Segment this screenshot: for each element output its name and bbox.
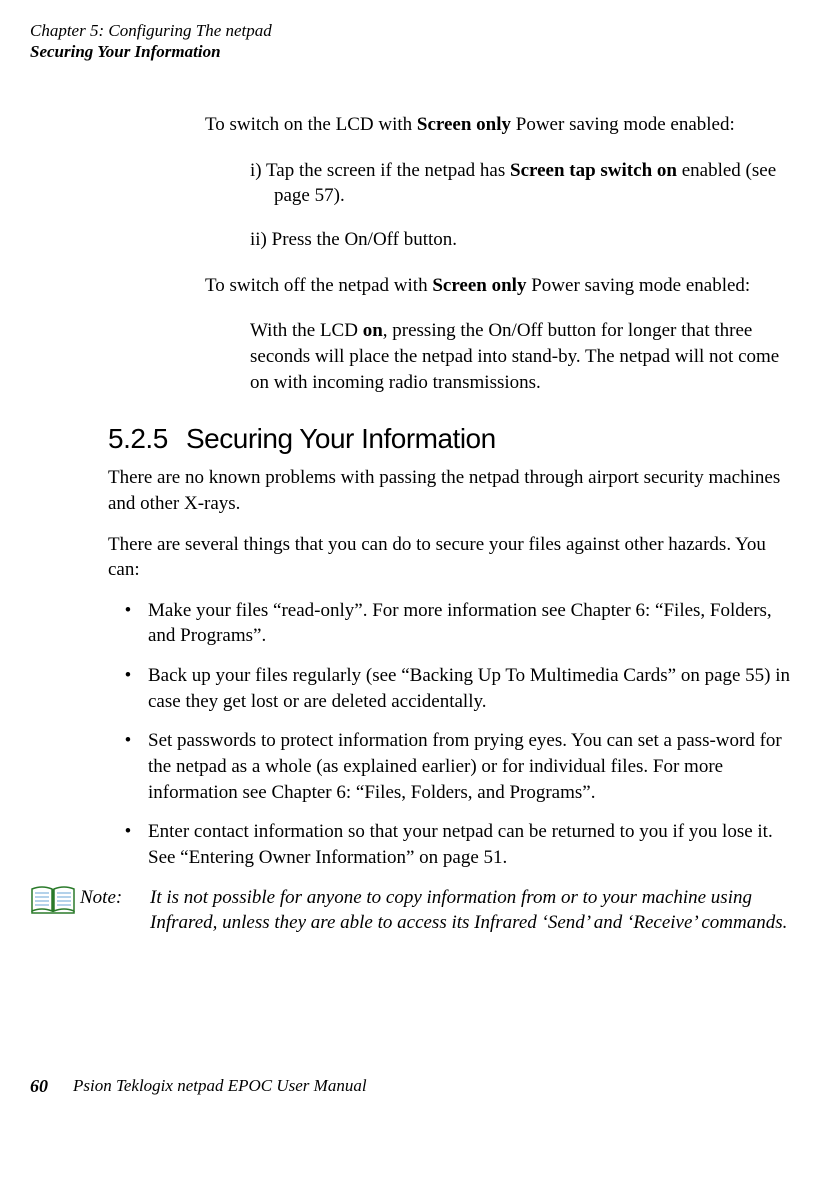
bullet-list: • Make your files “read-only”. For more … [108, 598, 798, 871]
heading-title: Securing Your Information [186, 423, 496, 454]
bullet-marker: • [108, 598, 148, 649]
bullet-marker: • [108, 819, 148, 870]
body-paragraph: To switch on the LCD with Screen only Po… [205, 112, 798, 138]
page-number: 60 [30, 1076, 48, 1097]
sub-list: i) Tap the screen if the netpad has Scre… [250, 158, 798, 253]
text: To switch on the LCD with [205, 114, 417, 135]
text: To switch off the netpad with [205, 275, 432, 296]
bullet-text: Set passwords to protect information fro… [148, 728, 798, 805]
book-icon [30, 885, 80, 936]
bullet-marker: • [108, 728, 148, 805]
section-heading: 5.2.5Securing Your Information [108, 423, 798, 455]
page-content: Chapter 5: Configuring The netpad Securi… [0, 0, 838, 1137]
text-bold: on [363, 320, 383, 341]
body-paragraph: To switch off the netpad with Screen onl… [205, 273, 798, 299]
bullet-text: Enter contact information so that your n… [148, 819, 798, 870]
list-item: With the LCD on, pressing the On/Off but… [250, 318, 798, 395]
footer-manual-title: Psion Teklogix netpad EPOC User Manual [73, 1076, 367, 1096]
text-bold: Screen only [432, 275, 526, 296]
text: With the LCD [250, 320, 363, 341]
bullet-text: Make your files “read-only”. For more in… [148, 598, 798, 649]
page-header: Chapter 5: Configuring The netpad Securi… [30, 20, 798, 62]
text: i) Tap the screen if the netpad has [250, 160, 510, 181]
text-bold: Screen tap switch on [510, 160, 677, 181]
list-item: • Enter contact information so that your… [108, 819, 798, 870]
heading-number: 5.2.5 [108, 423, 186, 455]
list-item: • Back up your files regularly (see “Bac… [108, 663, 798, 714]
list-item: • Set passwords to protect information f… [108, 728, 798, 805]
note-text: It is not possible for anyone to copy in… [150, 885, 798, 936]
body-paragraph: There are several things that you can do… [108, 532, 798, 583]
list-item: i) Tap the screen if the netpad has Scre… [250, 158, 798, 209]
list-item: ii) Press the On/Off button. [250, 227, 798, 253]
text: Power saving mode enabled: [511, 114, 735, 135]
text: Power saving mode enabled: [526, 275, 750, 296]
bullet-marker: • [108, 663, 148, 714]
bullet-text: Back up your files regularly (see “Backi… [148, 663, 798, 714]
note-block: Note: It is not possible for anyone to c… [30, 885, 798, 936]
page-footer: 60 Psion Teklogix netpad EPOC User Manua… [30, 1076, 798, 1097]
header-section-title: Securing Your Information [30, 42, 798, 62]
text-bold: Screen only [417, 114, 511, 135]
body-paragraph: There are no known problems with passing… [108, 465, 798, 516]
chapter-title: Chapter 5: Configuring The netpad [30, 20, 798, 42]
note-label: Note: [80, 885, 150, 936]
list-item: • Make your files “read-only”. For more … [108, 598, 798, 649]
sub-list: With the LCD on, pressing the On/Off but… [250, 318, 798, 395]
